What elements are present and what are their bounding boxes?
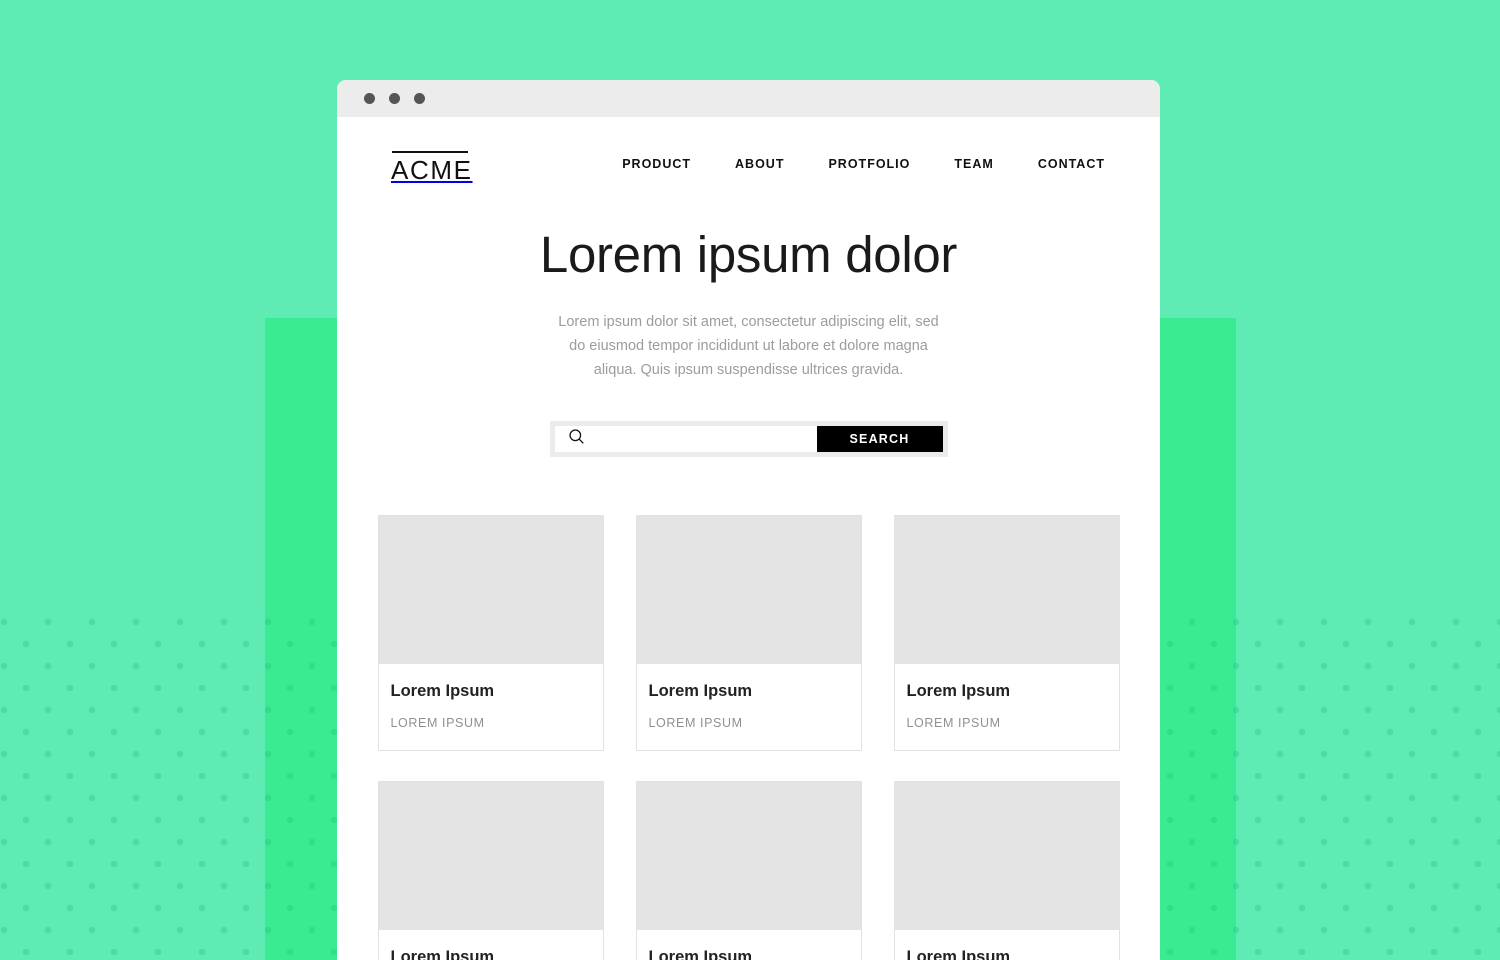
card-thumbnail-placeholder	[894, 782, 1119, 931]
search-input[interactable]	[584, 431, 817, 447]
hero-section: Lorem ipsum dolor Lorem ipsum dolor sit …	[337, 184, 1160, 382]
window-maximize-dot-icon[interactable]	[414, 93, 425, 104]
logo-text: ACME	[391, 155, 473, 185]
logo-rule-icon	[392, 151, 468, 153]
card-item[interactable]: Lorem Ipsum LOREM IPSUM	[377, 781, 604, 960]
card-title: Lorem Ipsum	[390, 948, 495, 960]
nav-item-about[interactable]: ABOUT	[735, 157, 784, 171]
card-body: Lorem Ipsum LOREM IPSUM	[637, 664, 861, 750]
search-button[interactable]: SEARCH	[816, 426, 943, 453]
card-grid: Lorem Ipsum LOREM IPSUM Lorem Ipsum LORE…	[337, 457, 1160, 960]
card-thumbnail-placeholder	[636, 782, 861, 931]
nav-item-contact[interactable]: CONTACT	[1038, 157, 1105, 171]
card-title: Lorem Ipsum	[648, 948, 753, 960]
card-item[interactable]: Lorem Ipsum LOREM IPSUM	[635, 515, 862, 752]
card-body: Lorem Ipsum LOREM IPSUM	[379, 930, 603, 960]
nav-item-product[interactable]: PRODUCT	[622, 157, 691, 171]
site-logo[interactable]: ACME	[391, 143, 473, 184]
nav-item-protfolio[interactable]: PROTFOLIO	[828, 157, 910, 171]
card-thumbnail-placeholder	[894, 516, 1119, 665]
card-body: Lorem Ipsum LOREM IPSUM	[895, 664, 1119, 750]
search-bar: SEARCH	[549, 421, 948, 458]
card-subtitle: LOREM IPSUM	[906, 716, 1001, 731]
window-close-dot-icon[interactable]	[364, 93, 375, 104]
card-subtitle: LOREM IPSUM	[390, 716, 485, 731]
card-title: Lorem Ipsum	[906, 948, 1011, 960]
hero-subtitle: Lorem ipsum dolor sit amet, consectetur …	[558, 314, 939, 379]
window-minimize-dot-icon[interactable]	[389, 93, 400, 104]
browser-window: ACME PRODUCT ABOUT PROTFOLIO TEAM CONTAC…	[337, 80, 1160, 960]
website-page: ACME PRODUCT ABOUT PROTFOLIO TEAM CONTAC…	[337, 117, 1160, 960]
card-body: Lorem Ipsum LOREM IPSUM	[895, 930, 1119, 960]
card-subtitle: LOREM IPSUM	[648, 716, 743, 731]
search-field-wrapper[interactable]	[554, 426, 817, 453]
card-item[interactable]: Lorem Ipsum LOREM IPSUM	[635, 781, 862, 960]
card-thumbnail-placeholder	[378, 782, 603, 931]
hero-title: Lorem ipsum dolor	[539, 226, 958, 284]
card-item[interactable]: Lorem Ipsum LOREM IPSUM	[893, 515, 1120, 752]
card-body: Lorem Ipsum LOREM IPSUM	[379, 664, 603, 750]
main-navigation: PRODUCT ABOUT PROTFOLIO TEAM CONTACT	[622, 157, 1106, 171]
card-item[interactable]: Lorem Ipsum LOREM IPSUM	[893, 781, 1120, 960]
browser-titlebar	[337, 80, 1160, 117]
search-icon	[568, 428, 585, 450]
card-title: Lorem Ipsum	[648, 682, 753, 701]
site-header: ACME PRODUCT ABOUT PROTFOLIO TEAM CONTAC…	[337, 117, 1160, 184]
card-body: Lorem Ipsum LOREM IPSUM	[637, 930, 861, 960]
card-item[interactable]: Lorem Ipsum LOREM IPSUM	[377, 515, 604, 752]
card-thumbnail-placeholder	[636, 516, 861, 665]
card-title: Lorem Ipsum	[390, 682, 495, 701]
card-thumbnail-placeholder	[378, 516, 603, 665]
card-title: Lorem Ipsum	[906, 682, 1011, 701]
search-section: SEARCH	[337, 382, 1160, 458]
nav-item-team[interactable]: TEAM	[954, 157, 993, 171]
